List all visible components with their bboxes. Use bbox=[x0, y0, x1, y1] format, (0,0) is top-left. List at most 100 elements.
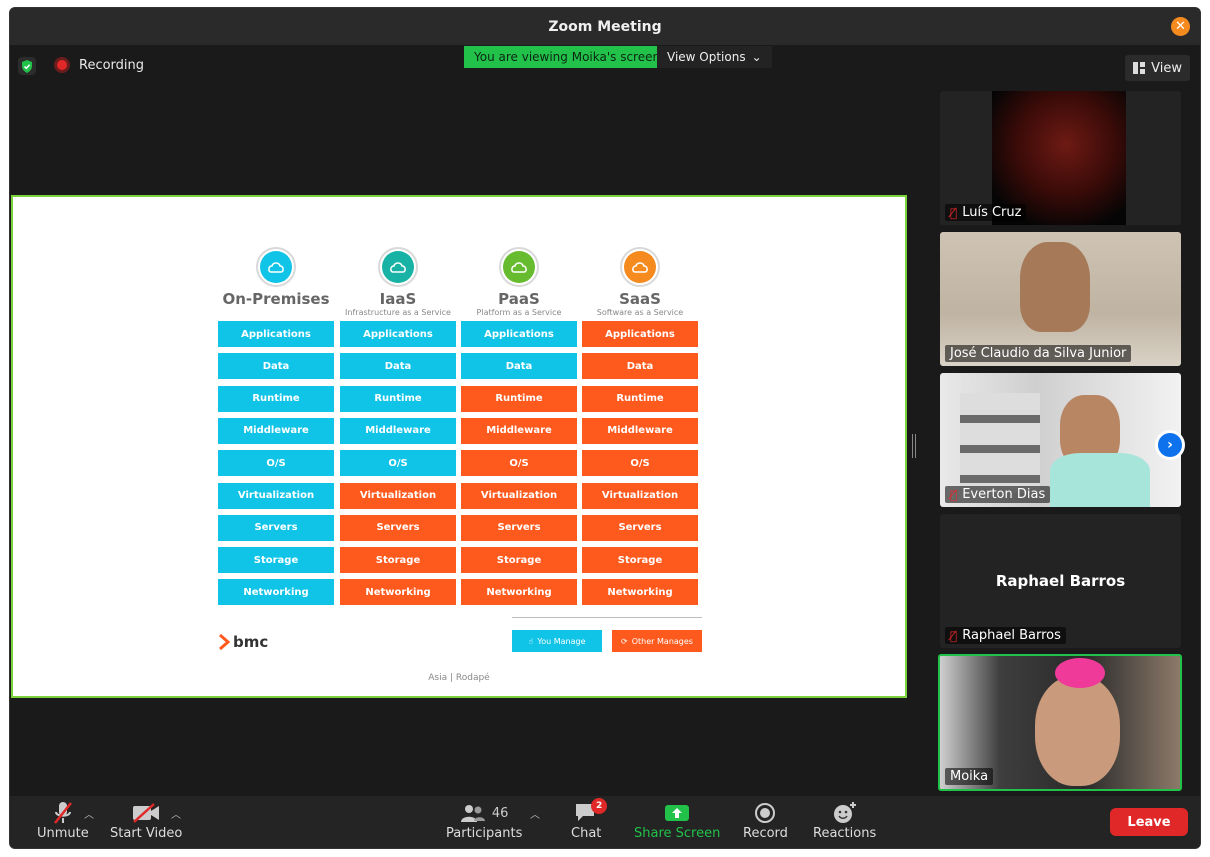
legend-divider bbox=[512, 617, 702, 618]
column-subtitle: Infrastructure as a Service bbox=[345, 308, 451, 317]
record-icon bbox=[754, 800, 776, 826]
participant-display-name: Raphael Barros bbox=[995, 572, 1126, 590]
chevron-down-icon: ⌄ bbox=[751, 50, 762, 64]
shared-screen-slide: bmc ☝ You Manage ⟳ Other Manages Asia | … bbox=[11, 195, 907, 698]
security-shield-icon[interactable] bbox=[18, 57, 36, 75]
participant-face bbox=[1035, 676, 1120, 786]
reactions-button[interactable]: Reactions bbox=[813, 800, 876, 841]
stack-layer-cell: Runtime bbox=[461, 385, 577, 412]
share-screen-icon bbox=[664, 800, 690, 826]
participant-tile-everton-dias[interactable]: 🎙̸ Everton Dias bbox=[940, 373, 1181, 507]
cloud-browser-icon bbox=[620, 247, 660, 287]
leave-button[interactable]: Leave bbox=[1110, 808, 1188, 836]
participants-button[interactable]: 46 Participants bbox=[446, 800, 522, 841]
panel-resize-handle[interactable] bbox=[912, 434, 916, 458]
stack-layer-cell: Applications bbox=[218, 321, 334, 347]
stack-layer-cell: Middleware bbox=[461, 417, 577, 444]
chat-icon-wrap: 2 bbox=[574, 798, 608, 826]
column-title: On-Premises bbox=[222, 290, 330, 308]
muted-mic-icon: 🎙̸ bbox=[950, 628, 958, 643]
video-off-icon bbox=[132, 800, 160, 826]
stack-layer-cell: Runtime bbox=[218, 385, 334, 412]
stack-layer-cell: O/S bbox=[582, 450, 698, 477]
next-page-button[interactable]: › bbox=[1155, 430, 1185, 460]
stack-layer-cell: Networking bbox=[340, 579, 456, 606]
stack-layer-cell: Middleware bbox=[582, 417, 698, 444]
participant-tile-luis-cruz[interactable]: 🎙̸ Luís Cruz bbox=[940, 91, 1181, 225]
participant-tile-raphael-barros[interactable]: Raphael Barros 🎙̸ Raphael Barros bbox=[940, 514, 1181, 648]
stack-layer-cell: Storage bbox=[340, 547, 456, 574]
participants-count: 46 bbox=[491, 805, 509, 821]
column-subtitle: Platform as a Service bbox=[476, 308, 562, 317]
legend-other-manages-label: Other Manages bbox=[631, 636, 693, 646]
column-title: SaaS bbox=[619, 290, 661, 308]
participant-name: José Claudio da Silva Junior bbox=[950, 346, 1127, 361]
video-options-caret-icon[interactable]: ︿ bbox=[171, 806, 181, 821]
share-screen-button[interactable]: Share Screen bbox=[634, 800, 720, 841]
bmc-chevron-icon bbox=[219, 634, 230, 650]
reactions-icon bbox=[832, 800, 858, 826]
muted-microphone-icon bbox=[53, 800, 73, 826]
participant-tile-jose-claudio[interactable]: José Claudio da Silva Junior bbox=[940, 232, 1181, 366]
stack-layer-cell: Data bbox=[461, 353, 577, 380]
stack-layer-cell: Middleware bbox=[340, 417, 456, 444]
meeting-toolbar: Unmute ︿ Start Video ︿ 46 Participants ︿… bbox=[10, 796, 1200, 848]
record-label: Record bbox=[743, 826, 788, 841]
stack-layer-cell: Storage bbox=[461, 547, 577, 574]
stack-layer-cell: Networking bbox=[582, 579, 698, 606]
stack-layer-cell: Networking bbox=[218, 579, 334, 606]
view-label: View bbox=[1151, 60, 1182, 76]
audio-options-caret-icon[interactable]: ︿ bbox=[84, 806, 94, 821]
recording-dot-icon bbox=[54, 57, 70, 73]
chevron-right-icon: › bbox=[1158, 433, 1182, 457]
column-title: IaaS bbox=[379, 290, 417, 308]
chat-label: Chat bbox=[571, 826, 602, 841]
bmc-logo-text: bmc bbox=[233, 633, 269, 651]
view-options-button[interactable]: View Options ⌄ bbox=[657, 46, 772, 68]
record-button[interactable]: Record bbox=[743, 800, 788, 841]
participant-name-tag: 🎙̸ Luís Cruz bbox=[945, 204, 1027, 221]
muted-mic-icon: 🎙̸ bbox=[950, 205, 958, 220]
column-title: PaaS bbox=[498, 290, 540, 308]
column-subtitle: Software as a Service bbox=[596, 308, 684, 317]
stack-layer-cell: Runtime bbox=[340, 385, 456, 412]
stack-layer-cell: Data bbox=[340, 353, 456, 380]
stack-layer-cell: Servers bbox=[461, 514, 577, 541]
stack-layer-cell: Applications bbox=[461, 321, 577, 347]
unmute-label: Unmute bbox=[37, 826, 89, 841]
participants-label: Participants bbox=[446, 826, 523, 841]
participant-tile-moika[interactable]: Moika bbox=[938, 654, 1182, 791]
participants-icon bbox=[460, 805, 485, 822]
stack-layer-cell: Virtualization bbox=[582, 482, 698, 509]
view-layout-button[interactable]: View bbox=[1125, 55, 1190, 81]
laptop-icon bbox=[256, 247, 296, 287]
participant-face bbox=[1020, 242, 1090, 332]
participant-name-tag: José Claudio da Silva Junior bbox=[945, 345, 1132, 362]
cloud-gear-icon bbox=[378, 247, 418, 287]
stack-layer-cell: Middleware bbox=[218, 417, 334, 444]
slide-footer: Asia | Rodapé bbox=[428, 673, 490, 683]
viewing-screen-banner: You are viewing Moika's screen bbox=[464, 46, 671, 68]
column-header: PaaS Platform as a Service bbox=[459, 247, 579, 317]
stack-layer-cell: Servers bbox=[218, 514, 334, 541]
stack-layer-cell: O/S bbox=[461, 450, 577, 477]
cloud-download-icon bbox=[499, 247, 539, 287]
recording-indicator[interactable]: Recording bbox=[54, 57, 144, 73]
window-title: Zoom Meeting bbox=[548, 18, 662, 35]
participant-shirt bbox=[1050, 453, 1150, 507]
participant-name-tag: 🎙̸ Everton Dias bbox=[945, 486, 1051, 503]
participants-options-caret-icon[interactable]: ︿ bbox=[530, 806, 540, 821]
chat-button[interactable]: 2 Chat bbox=[571, 798, 608, 841]
view-options-label: View Options bbox=[667, 50, 746, 64]
stack-layer-cell: Runtime bbox=[582, 385, 698, 412]
stack-layer-cell: Servers bbox=[582, 514, 698, 541]
stack-layer-cell: Virtualization bbox=[340, 482, 456, 509]
column-header: SaaS Software as a Service bbox=[580, 247, 700, 317]
stack-layer-cell: O/S bbox=[218, 450, 334, 477]
unmute-button[interactable]: Unmute bbox=[37, 800, 89, 841]
muted-mic-icon: 🎙̸ bbox=[950, 487, 958, 502]
chat-unread-badge: 2 bbox=[591, 798, 608, 814]
legend-other-manages: ⟳ Other Manages bbox=[612, 630, 702, 652]
stack-layer-cell: O/S bbox=[340, 450, 456, 477]
close-window-button[interactable]: ✕ bbox=[1171, 17, 1190, 36]
